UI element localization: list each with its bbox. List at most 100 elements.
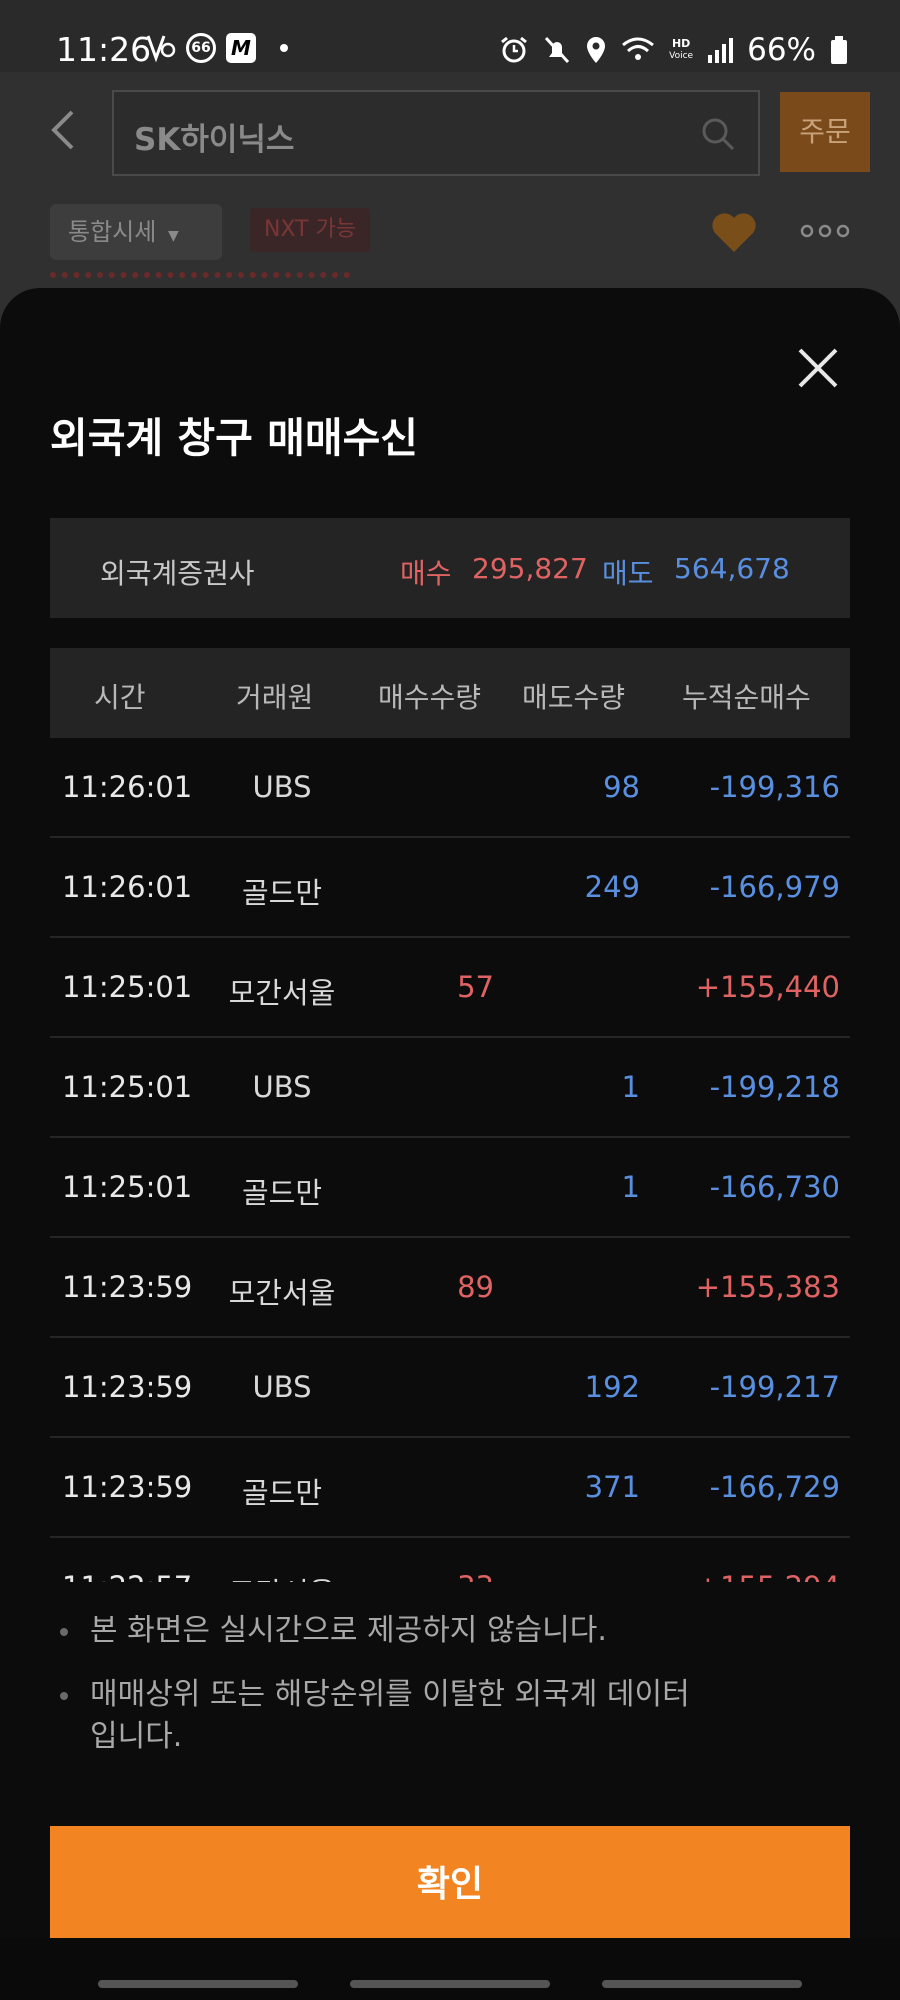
header-broker: 거래원 [236, 681, 314, 714]
row-time: 11:23:59 [62, 1470, 193, 1504]
row-sell-qty: 98 [603, 770, 640, 804]
row-time: 11:25:01 [62, 970, 193, 1004]
summary-sell-value: 564,678 [674, 552, 790, 585]
nav-recent-handle[interactable] [98, 1980, 298, 1988]
battery-percent: 66% [747, 32, 816, 68]
header-net: 누적순매수 [682, 681, 811, 714]
search-icon[interactable] [700, 116, 736, 152]
close-icon[interactable] [794, 344, 842, 392]
caret-down-icon: ▼ [167, 228, 179, 244]
table-header: 시간 거래원 매수수량 매도수량 누적순매수 [50, 648, 850, 738]
volte-icon [146, 35, 176, 63]
sheet-title: 외국계 창구 매매수신 [50, 414, 419, 462]
nav-back-handle[interactable] [602, 1980, 802, 1988]
alarm-icon [501, 36, 528, 63]
row-buy-qty: 33 [457, 1570, 494, 1582]
table-row: 11:23:59 모간서울 89 +155,383 [50, 1238, 850, 1338]
status-bar: 11:26 66 M HD Voice 66% [0, 0, 900, 72]
bullet-icon [60, 1692, 68, 1700]
nav-home-handle[interactable] [350, 1980, 550, 1988]
trade-table[interactable]: 시간 거래원 매수수량 매도수량 누적순매수 11:26:01 UBS 98 -199… [50, 648, 850, 1582]
hd-label: HD [671, 37, 691, 50]
row-broker: 모간서울 [228, 976, 336, 1010]
row-net: +155,440 [695, 970, 840, 1004]
row-broker: UBS [252, 1070, 312, 1104]
row-net: -199,316 [709, 770, 840, 804]
table-row: 11:23:59 골드만 371 -166,729 [50, 1438, 850, 1538]
row-sell-qty: 371 [584, 1470, 640, 1504]
row-broker: UBS [252, 770, 312, 804]
wifi-icon [622, 37, 655, 60]
header-time: 시간 [94, 681, 146, 714]
table-row: 11:22:57 모간서울 33 +155,294 [50, 1538, 850, 1582]
location-icon [587, 37, 606, 63]
system-nav-bar [0, 1938, 900, 2000]
row-time: 11:26:01 [62, 770, 193, 804]
summary-buy-label: 매수 [400, 557, 452, 590]
row-net: -166,729 [709, 1470, 840, 1504]
back-arrow-icon[interactable] [46, 110, 80, 150]
summary-sell-label: 매도 [602, 557, 654, 590]
order-button[interactable]: 주문 [780, 92, 870, 172]
confirm-button[interactable]: 확인 [50, 1826, 850, 1938]
table-row: 11:26:01 골드만 249 -166,979 [50, 838, 850, 938]
price-mode-label: 통합시세 [68, 218, 157, 246]
row-sell-qty: 1 [621, 1170, 640, 1204]
status-left-icons: 66 M [146, 32, 288, 64]
price-mode-dropdown[interactable]: 통합시세 ▼ [50, 204, 222, 260]
row-broker: UBS [252, 1370, 312, 1404]
hd-voice-icon: HD Voice [669, 38, 693, 62]
row-net: -166,730 [709, 1170, 840, 1204]
row-net: -199,218 [709, 1070, 840, 1104]
row-net: +155,383 [695, 1270, 840, 1304]
mstock-app-icon: M [226, 33, 256, 63]
stock-search-input[interactable]: SK하이닉스 [112, 90, 760, 176]
row-net: +155,294 [696, 1570, 840, 1582]
header-sell-qty: 매도수량 [522, 681, 626, 714]
row-time: 11:22:57 [62, 1570, 192, 1582]
row-net: -166,979 [709, 870, 840, 904]
foreign-broker-sheet: 외국계 창구 매매수신 외국계증권사 매수 295,827 매도 564,678… [0, 288, 900, 1938]
row-sell-qty: 192 [584, 1370, 640, 1404]
row-sell-qty: 249 [584, 870, 640, 904]
mute-icon [545, 36, 570, 64]
note-text: 본 화면은 실시간으로 제공하지 않습니다. [90, 1613, 607, 1648]
table-row: 11:25:01 UBS 1 -199,218 [50, 1038, 850, 1138]
table-row: 11:23:59 UBS 192 -199,217 [50, 1338, 850, 1438]
row-broker: 골드만 [241, 1176, 323, 1210]
status-right-icons: HD Voice 66% [499, 32, 848, 68]
badge-66-icon: 66 [186, 33, 216, 63]
row-broker: 골드만 [241, 876, 323, 910]
note-text: 매매상위 또는 해당순위를 이탈한 외국계 데이터입니다. [90, 1677, 690, 1754]
row-broker: 모간서울 [228, 1276, 336, 1310]
table-row: 11:25:01 모간서울 57 +155,440 [50, 938, 850, 1038]
bullet-icon [60, 1628, 68, 1636]
notes: 본 화면은 실시간으로 제공하지 않습니다. 매매상위 또는 해당순위를 이탈한… [50, 1610, 850, 1780]
battery-icon [831, 36, 847, 64]
search-stock-name: SK하이닉스 [134, 122, 295, 158]
row-time: 11:25:01 [62, 1070, 193, 1104]
note-item: 본 화면은 실시간으로 제공하지 않습니다. [50, 1610, 850, 1652]
row-time: 11:26:01 [62, 870, 193, 904]
row-time: 11:25:01 [62, 1170, 193, 1204]
summary-buy-value: 295,827 [472, 552, 588, 585]
summary-box: 외국계증권사 매수 295,827 매도 564,678 [50, 518, 850, 618]
note-item: 매매상위 또는 해당순위를 이탈한 외국계 데이터입니다. [50, 1674, 690, 1758]
row-buy-qty: 57 [457, 970, 494, 1004]
status-time: 11:26 [56, 30, 152, 69]
table-row: 11:25:01 골드만 1 -166,730 [50, 1138, 850, 1238]
row-broker: 골드만 [241, 1476, 323, 1510]
voice-label: Voice [669, 51, 694, 61]
row-net: -199,217 [709, 1370, 840, 1404]
table-body: 11:26:01 UBS 98 -199,316 11:26:01 골드만 249 -166,… [50, 738, 850, 1582]
table-row: 11:26:01 UBS 98 -199,316 [50, 738, 850, 838]
signal-icon [708, 38, 734, 63]
row-time: 11:23:59 [62, 1370, 193, 1404]
row-broker: 모간서울 [212, 1570, 352, 1582]
row-sell-qty: 1 [621, 1070, 640, 1104]
nxt-badge: NXT 가능 [250, 208, 371, 252]
notification-dot-icon [280, 44, 288, 52]
more-options-icon[interactable] [800, 224, 850, 238]
favorite-heart-icon[interactable] [710, 210, 758, 254]
header-buy-qty: 매수수량 [378, 681, 482, 714]
